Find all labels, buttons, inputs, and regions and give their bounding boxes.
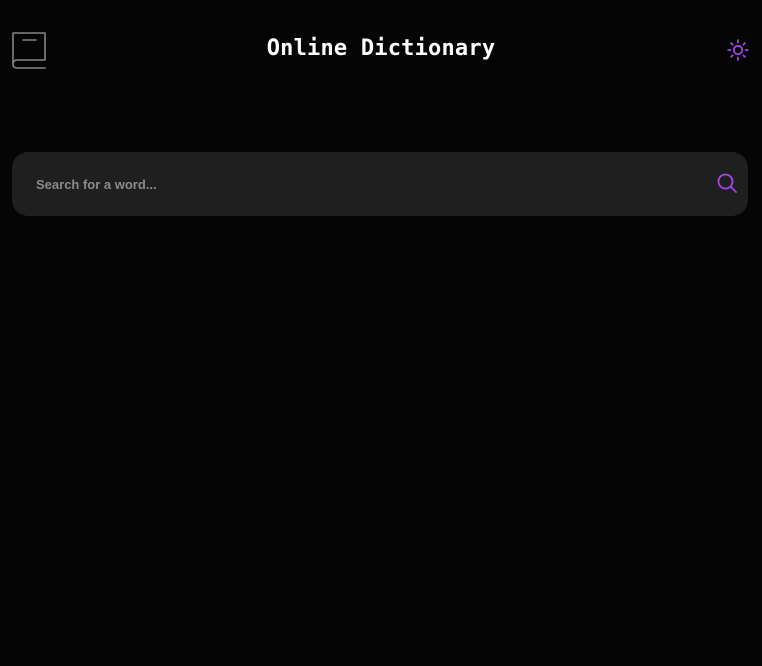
search-input[interactable]	[36, 152, 696, 216]
app-header: Online Dictionary	[0, 0, 762, 100]
search-bar	[12, 152, 748, 216]
sun-icon[interactable]	[726, 38, 750, 62]
search-icon[interactable]	[716, 172, 738, 194]
app-title: Online Dictionary	[266, 36, 496, 61]
